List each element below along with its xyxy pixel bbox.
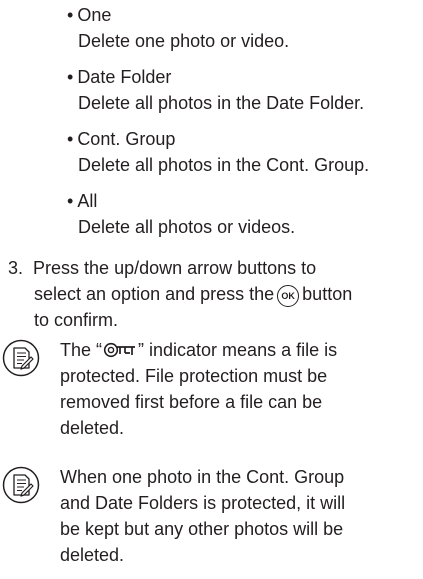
step-text: Press the up/down arrow buttons to [33, 258, 317, 278]
note-body: The “ ” indicator means a file is protec… [60, 337, 420, 441]
option-description: Delete one photo or video. [78, 31, 290, 51]
step-line-2: select an option and press the OK button [8, 281, 418, 307]
step-line-3: to confirm. [34, 310, 119, 330]
memo-note-icon [2, 339, 40, 377]
option-title: Cont. Group [67, 126, 369, 152]
note-body: When one photo in the Cont. Group and Da… [60, 464, 420, 568]
ok-button-icon: OK [277, 285, 300, 307]
note-protection: The “ ” indicator means a file is protec… [2, 337, 420, 441]
option-description: Delete all photos in the Cont. Group. [78, 155, 370, 175]
step-3: 3. Press the up/down arrow buttons to se… [8, 255, 418, 333]
option-description: Delete all photos or videos. [78, 217, 296, 237]
step-text: select an option and press the [34, 284, 275, 304]
option-all: All Delete all photos or videos. [67, 188, 295, 240]
note-line: removed first before a file can be [60, 392, 323, 412]
note-text: ” indicator means a file is [138, 340, 338, 360]
step-line-1: 3. Press the up/down arrow buttons to [8, 255, 418, 281]
step-text: button [302, 284, 353, 304]
note-text: The “ [60, 340, 103, 360]
note-line: When one photo in the Cont. Group [60, 467, 345, 487]
option-cont-group: Cont. Group Delete all photos in the Con… [67, 126, 369, 178]
option-title: Date Folder [67, 64, 364, 90]
option-one: One Delete one photo or video. [67, 2, 289, 54]
note-line: protected. File protection must be [60, 366, 328, 386]
option-title: All [67, 188, 295, 214]
memo-note-icon [2, 466, 40, 504]
option-description: Delete all photos in the Date Folder. [78, 93, 365, 113]
protected-key-icon [103, 342, 136, 358]
note-line: deleted. [60, 418, 125, 438]
note-line: and Date Folders is protected, it will [60, 493, 346, 513]
step-number: 3. [8, 258, 24, 278]
note-cont-group: When one photo in the Cont. Group and Da… [2, 464, 420, 568]
option-title: One [67, 2, 289, 28]
option-date-folder: Date Folder Delete all photos in the Dat… [67, 64, 364, 116]
note-line: The “ ” indicator means a file is [60, 337, 420, 363]
note-line: be kept but any other photos will be [60, 519, 344, 539]
note-line: deleted. [60, 545, 125, 565]
